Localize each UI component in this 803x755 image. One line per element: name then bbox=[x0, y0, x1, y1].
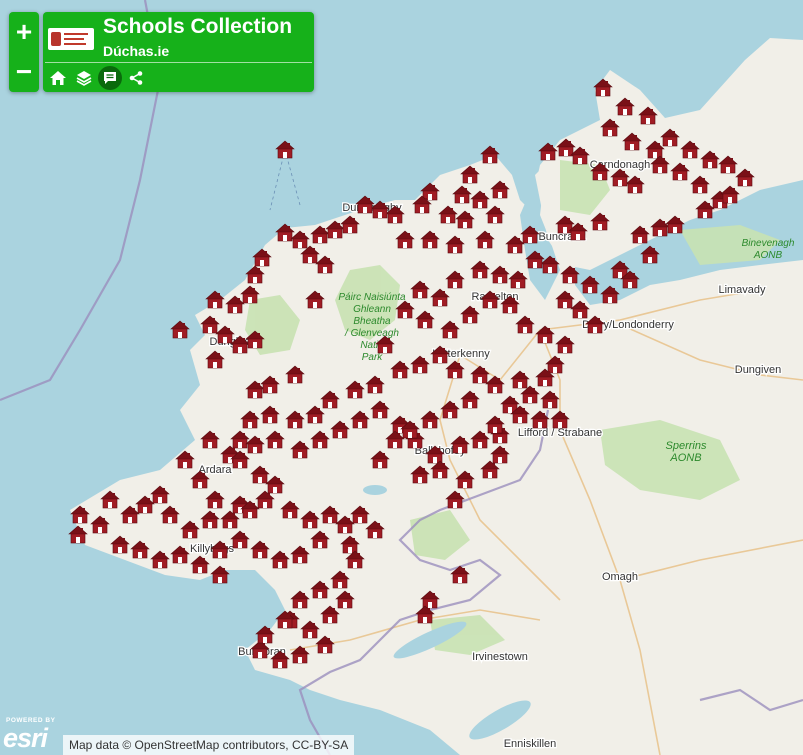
zoom-in-button[interactable]: + bbox=[9, 12, 39, 52]
map-canvas[interactable]: DunfanaghyCarndonaghBuncranaRameltonDerr… bbox=[0, 0, 803, 755]
place-label: Lifford / Strabane bbox=[518, 427, 602, 439]
dashed-ferry bbox=[269, 149, 301, 211]
divider bbox=[45, 62, 312, 63]
aonb-label-line: Binevenagh bbox=[742, 238, 795, 249]
park-label-line: Ghleann bbox=[353, 304, 391, 315]
place-label: Limavady bbox=[718, 284, 766, 296]
place-label: Enniskillen bbox=[504, 738, 557, 750]
place-label: Dungiven bbox=[735, 364, 781, 376]
duchas-logo bbox=[48, 28, 94, 50]
school-marker[interactable] bbox=[170, 320, 190, 339]
comment-button[interactable] bbox=[98, 66, 122, 90]
layers-icon bbox=[76, 71, 92, 86]
zoom-out-button[interactable]: − bbox=[9, 52, 39, 92]
layers-button[interactable] bbox=[72, 66, 96, 90]
map-attribution: Map data © OpenStreetMap contributors, C… bbox=[63, 735, 355, 755]
park-label-line: Páirc Naisiúnta bbox=[338, 292, 406, 303]
place-label: Omagh bbox=[602, 571, 638, 583]
esri-logo[interactable]: POWERED BY esri bbox=[2, 717, 62, 753]
aonb-label-line: AONB bbox=[669, 452, 701, 464]
park-label-line: / Glenveagh bbox=[344, 328, 399, 339]
school-marker[interactable] bbox=[355, 195, 375, 214]
title-panel: Schools Collection Dúchas.ie bbox=[43, 12, 314, 92]
aonb-label-line: AONB bbox=[753, 250, 783, 261]
aonb-label-line: Sperrins bbox=[666, 440, 707, 452]
school-marker[interactable] bbox=[480, 145, 500, 164]
school-marker[interactable] bbox=[275, 140, 295, 159]
page-subtitle[interactable]: Dúchas.ie bbox=[103, 43, 169, 59]
home-icon bbox=[50, 71, 66, 85]
page-title: Schools Collection bbox=[103, 15, 293, 38]
home-button[interactable] bbox=[46, 66, 70, 90]
park-label-line: Bheatha bbox=[353, 316, 391, 327]
park-label-line: Park bbox=[362, 352, 384, 363]
share-button[interactable] bbox=[124, 66, 148, 90]
share-icon bbox=[129, 71, 143, 85]
toolbar bbox=[46, 66, 150, 90]
school-marker[interactable] bbox=[538, 142, 558, 161]
comment-icon bbox=[104, 72, 116, 84]
school-marker[interactable] bbox=[205, 290, 225, 309]
zoom-control: + − bbox=[9, 12, 39, 92]
place-label: Irvinestown bbox=[472, 651, 528, 663]
